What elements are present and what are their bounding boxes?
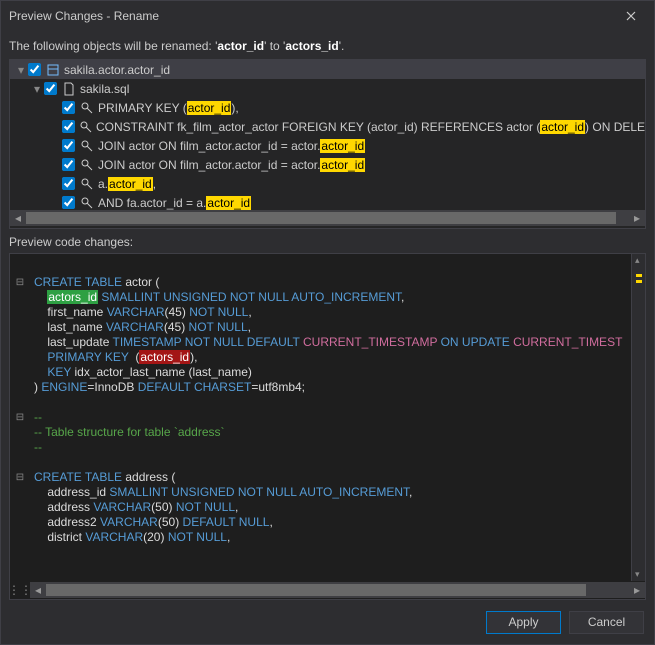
checkbox[interactable] [28, 63, 41, 76]
scroll-thumb[interactable] [46, 584, 586, 596]
reference-icon [79, 158, 95, 172]
checkbox[interactable] [44, 82, 57, 95]
tree-item[interactable]: a.actor_id, [10, 174, 645, 193]
tree-scroll[interactable]: ▾ sakila.actor.actor_id ▾ sakila.sql PRI… [10, 60, 645, 210]
checkbox[interactable] [62, 158, 75, 171]
change-marker[interactable] [636, 280, 642, 283]
dialog-footer: Apply Cancel [1, 600, 654, 644]
checkbox[interactable] [62, 196, 75, 209]
checkbox[interactable] [62, 139, 75, 152]
marker-down-icon[interactable]: ▾ [635, 569, 640, 580]
reference-icon [79, 139, 95, 153]
sql-file-icon [61, 82, 77, 96]
fold-minus-icon[interactable]: ⊟ [10, 275, 30, 290]
marker-bar[interactable]: ▴ ▾ [631, 254, 645, 581]
column-icon [45, 63, 61, 77]
tree-item[interactable]: CONSTRAINT fk_film_actor_actor FOREIGN K… [10, 117, 645, 136]
apply-button[interactable]: Apply [486, 611, 561, 634]
tree-item[interactable]: JOIN actor ON film_actor.actor_id = acto… [10, 136, 645, 155]
rename-message: The following objects will be renamed: '… [1, 31, 654, 59]
tree-item[interactable]: JOIN actor ON film_actor.actor_id = acto… [10, 155, 645, 174]
window-title: Preview Changes - Rename [9, 9, 616, 23]
caret-down-icon[interactable]: ▾ [30, 82, 44, 96]
changes-tree: ▾ sakila.actor.actor_id ▾ sakila.sql PRI… [9, 59, 646, 229]
reference-icon [79, 101, 95, 115]
code-preview: ⊟ ⊟ ⊟ CREATE TABLE actor ( actors_id SMA… [9, 253, 646, 600]
tree-item[interactable]: AND fa.actor_id = a.actor_id [10, 193, 645, 210]
code-area[interactable]: CREATE TABLE actor ( actors_id SMALLINT … [30, 254, 631, 581]
scroll-right-icon[interactable]: ▸ [629, 582, 645, 598]
reference-icon [79, 177, 95, 191]
checkbox[interactable] [62, 177, 75, 190]
caret-down-icon[interactable]: ▾ [14, 63, 28, 77]
fold-gutter: ⊟ ⊟ ⊟ [10, 254, 30, 581]
titlebar: Preview Changes - Rename [1, 1, 654, 31]
tree-root[interactable]: ▾ sakila.actor.actor_id [10, 60, 645, 79]
scroll-left-icon[interactable]: ◂ [30, 582, 46, 598]
checkbox[interactable] [62, 120, 75, 133]
marker-up-icon[interactable]: ▴ [635, 255, 640, 266]
fold-minus-icon[interactable]: ⊟ [10, 410, 30, 425]
tree-file[interactable]: ▾ sakila.sql [10, 79, 645, 98]
rename-highlight: actors_id [139, 350, 190, 364]
tree-h-scrollbar[interactable]: ◂ ▸ [10, 210, 645, 226]
close-button[interactable] [616, 1, 646, 31]
scroll-left-icon[interactable]: ◂ [10, 210, 26, 226]
scroll-thumb[interactable] [26, 212, 616, 224]
change-marker[interactable] [636, 274, 642, 277]
code-h-scrollbar[interactable]: ◂ ▸ [30, 582, 645, 598]
tree-item[interactable]: PRIMARY KEY (actor_id), [10, 98, 645, 117]
checkbox[interactable] [62, 101, 75, 114]
reference-icon [79, 196, 95, 210]
fold-minus-icon[interactable]: ⊟ [10, 470, 30, 485]
rename-highlight: actors_id [47, 290, 98, 304]
preview-label: Preview code changes: [1, 229, 654, 253]
splitter-icon[interactable]: ⋮⋮ [10, 583, 30, 597]
dialog-window: Preview Changes - Rename The following o… [0, 0, 655, 645]
scroll-right-icon[interactable]: ▸ [629, 210, 645, 226]
reference-icon [79, 120, 93, 134]
close-icon [626, 11, 636, 21]
cancel-button[interactable]: Cancel [569, 611, 644, 634]
